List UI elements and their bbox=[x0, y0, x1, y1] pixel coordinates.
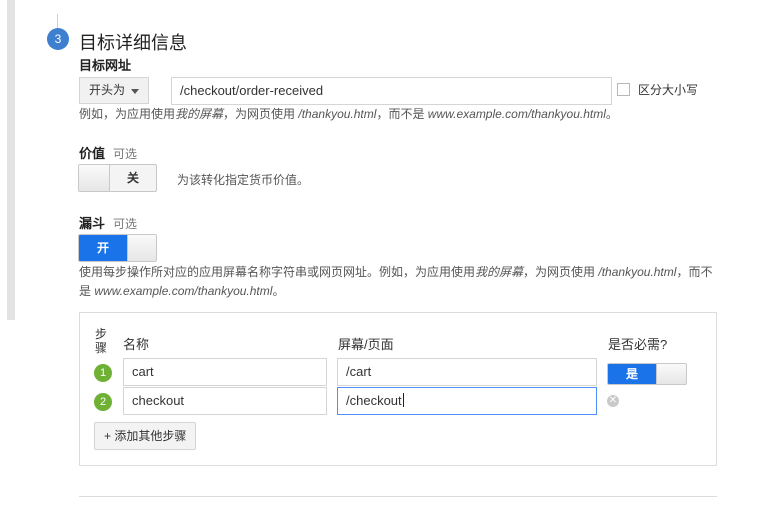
remove-step-icon[interactable]: ✕ bbox=[607, 395, 619, 407]
step-page-value: /checkout bbox=[346, 393, 402, 408]
step-number-badge: 2 bbox=[94, 393, 112, 411]
funnel-optional-tag: 可选 bbox=[113, 217, 138, 231]
target-url-value: /checkout/order-received bbox=[180, 83, 324, 98]
required-toggle-state: 是 bbox=[608, 364, 656, 384]
value-optional-tag: 可选 bbox=[113, 147, 138, 161]
target-url-help: 例如，为应用使用我的屏幕，为网页使用 /thankyou.html，而不是 ww… bbox=[79, 107, 618, 121]
target-url-label: 目标网址 bbox=[79, 58, 132, 73]
left-rail bbox=[7, 0, 15, 320]
section-step-badge: 3 bbox=[47, 28, 69, 50]
funnel-help: 使用每步操作所对应的应用屏幕名称字符串或网页网址。例如，为应用使用我的屏幕，为网… bbox=[79, 265, 713, 298]
match-type-dropdown[interactable]: 开头为 bbox=[79, 77, 149, 104]
value-label: 价值 可选 bbox=[79, 146, 138, 161]
step-page-input[interactable]: /checkout bbox=[337, 387, 597, 415]
step-page-input[interactable]: /cart bbox=[337, 358, 597, 386]
step-name-value: cart bbox=[132, 364, 154, 379]
match-type-value: 开头为 bbox=[89, 83, 126, 97]
step-page-value: /cart bbox=[346, 364, 372, 379]
funnel-toggle[interactable]: 开 bbox=[78, 234, 157, 262]
dropdown-caret-icon bbox=[131, 89, 139, 94]
required-toggle[interactable]: 是 bbox=[607, 363, 687, 385]
toggle-knob bbox=[127, 235, 156, 261]
step-name-input[interactable]: cart bbox=[123, 358, 327, 386]
column-header-step: 步骤 bbox=[95, 327, 108, 355]
funnel-label: 漏斗 可选 bbox=[79, 216, 138, 231]
funnel-toggle-state: 开 bbox=[79, 235, 127, 261]
target-url-input[interactable]: /checkout/order-received bbox=[171, 77, 612, 105]
bottom-divider bbox=[79, 496, 717, 497]
step-number-badge: 1 bbox=[94, 364, 112, 382]
step-name-value: checkout bbox=[132, 393, 185, 408]
value-toggle[interactable]: 关 bbox=[78, 164, 157, 192]
text-cursor bbox=[402, 393, 404, 407]
toggle-knob bbox=[656, 364, 686, 384]
section-title: 目标详细信息 bbox=[79, 33, 187, 53]
step-name-input[interactable]: checkout bbox=[123, 387, 327, 415]
column-header-screen-page: 屏幕/页面 bbox=[338, 337, 394, 352]
toggle-knob bbox=[79, 165, 110, 191]
step-connector-line bbox=[57, 14, 58, 28]
value-toggle-state: 关 bbox=[126, 171, 139, 185]
column-header-required: 是否必需? bbox=[608, 337, 668, 352]
column-header-name: 名称 bbox=[123, 337, 150, 352]
value-description: 为该转化指定货币价值。 bbox=[177, 173, 310, 187]
add-step-button[interactable]: + 添加其他步骤 bbox=[94, 422, 197, 450]
case-sensitive-label: 区分大小写 bbox=[638, 83, 699, 97]
case-sensitive-checkbox[interactable] bbox=[617, 83, 630, 96]
